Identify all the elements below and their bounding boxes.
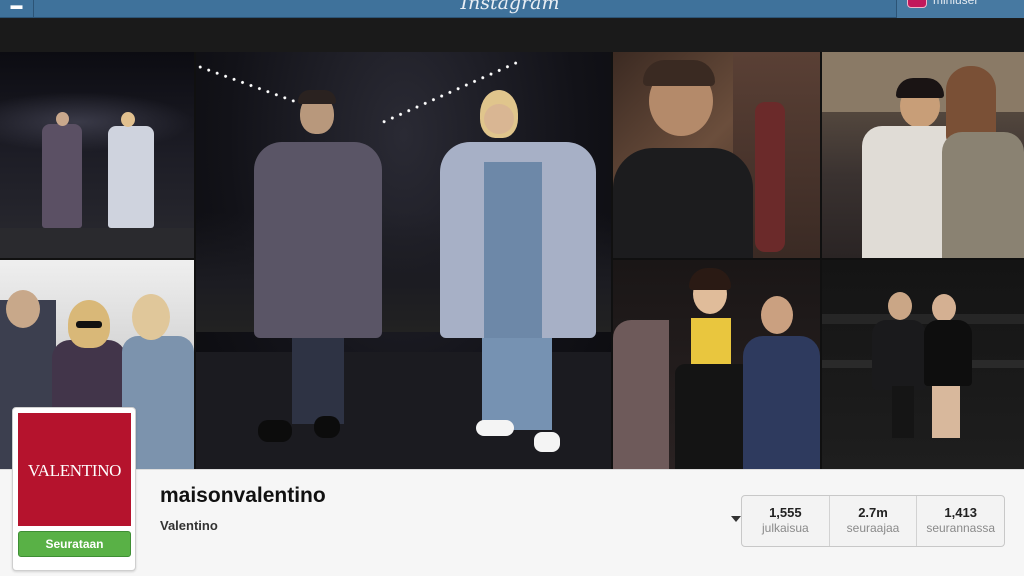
photo-runway-two-models-large[interactable]: [196, 52, 611, 469]
stat-posts-count: 1,555: [769, 505, 802, 520]
stat-posts[interactable]: 1,555 julkaisua: [742, 496, 830, 546]
photo-man-woman-seated[interactable]: [822, 260, 1024, 469]
profile-full-name: Valentino: [160, 518, 218, 533]
profile-header: VALENTINO Seurataan maisonvalentino Vale…: [0, 407, 1024, 576]
profile-username: maisonvalentino: [160, 484, 326, 507]
menu-icon[interactable]: ▬: [0, 0, 34, 18]
profile-avatar[interactable]: VALENTINO: [18, 413, 131, 526]
photo-man-leather-jacket[interactable]: [613, 52, 820, 258]
user-avatar-icon: [907, 0, 927, 8]
instagram-logo[interactable]: Instagram: [440, 0, 580, 14]
valentino-logo: VALENTINO: [27, 461, 122, 480]
user-menu[interactable]: miniuser: [896, 0, 1024, 18]
photo-two-guests-front-row[interactable]: [822, 52, 1024, 258]
stat-followers-count: 2.7m: [858, 505, 888, 520]
stat-following[interactable]: 1,413 seurannassa: [917, 496, 1004, 546]
options-dropdown-icon[interactable]: [731, 516, 741, 522]
stat-followers[interactable]: 2.7m seuraajaa: [830, 496, 918, 546]
top-navigation-bar: ▬ Instagram miniuser: [0, 0, 1024, 18]
following-button[interactable]: Seurataan: [18, 531, 131, 557]
stat-posts-label: julkaisua: [761, 521, 809, 535]
header-band: [0, 19, 1024, 52]
profile-avatar-card: VALENTINO Seurataan: [12, 407, 136, 571]
stat-following-count: 1,413: [944, 505, 977, 520]
photo-runway-two-models[interactable]: [0, 52, 194, 258]
current-username: miniuser: [933, 0, 979, 7]
photo-front-row-guests[interactable]: [613, 260, 820, 469]
stat-followers-label: seuraajaa: [846, 521, 900, 535]
profile-stats: 1,555 julkaisua 2.7m seuraajaa 1,413 seu…: [741, 495, 1005, 547]
profile-photo-collage: [0, 52, 1024, 469]
stat-following-label: seurannassa: [926, 521, 996, 535]
